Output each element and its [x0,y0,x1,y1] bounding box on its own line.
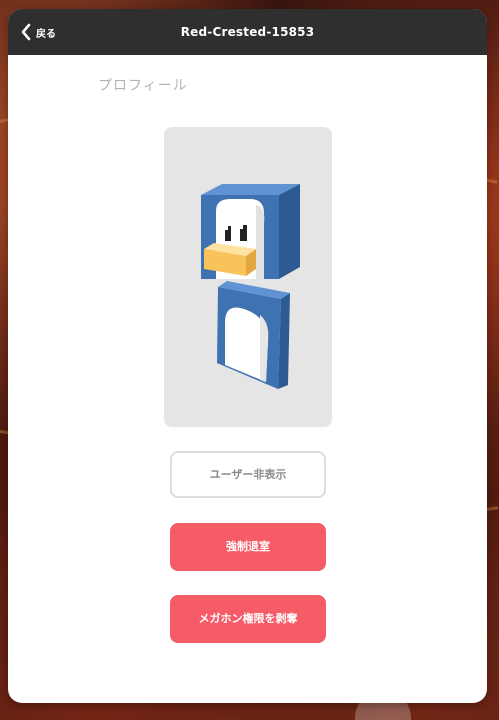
kick-user-button[interactable]: 強制退室 [170,523,326,571]
penguin-avatar-icon [201,184,300,389]
revoke-megaphone-button[interactable]: メガホン権限を剥奪 [170,595,326,643]
hide-user-button[interactable]: ユーザー非表示 [170,451,326,498]
page-title: Red-Crested-15853 [180,25,315,39]
panel-header: 戻る Red-Crested-15853 [8,9,487,55]
user-profile-panel: 戻る Red-Crested-15853 プロフィール ユーザー非表示 強制退室… [8,9,487,703]
avatar-preview [164,127,332,427]
profile-section-label: プロフィール [98,78,188,94]
